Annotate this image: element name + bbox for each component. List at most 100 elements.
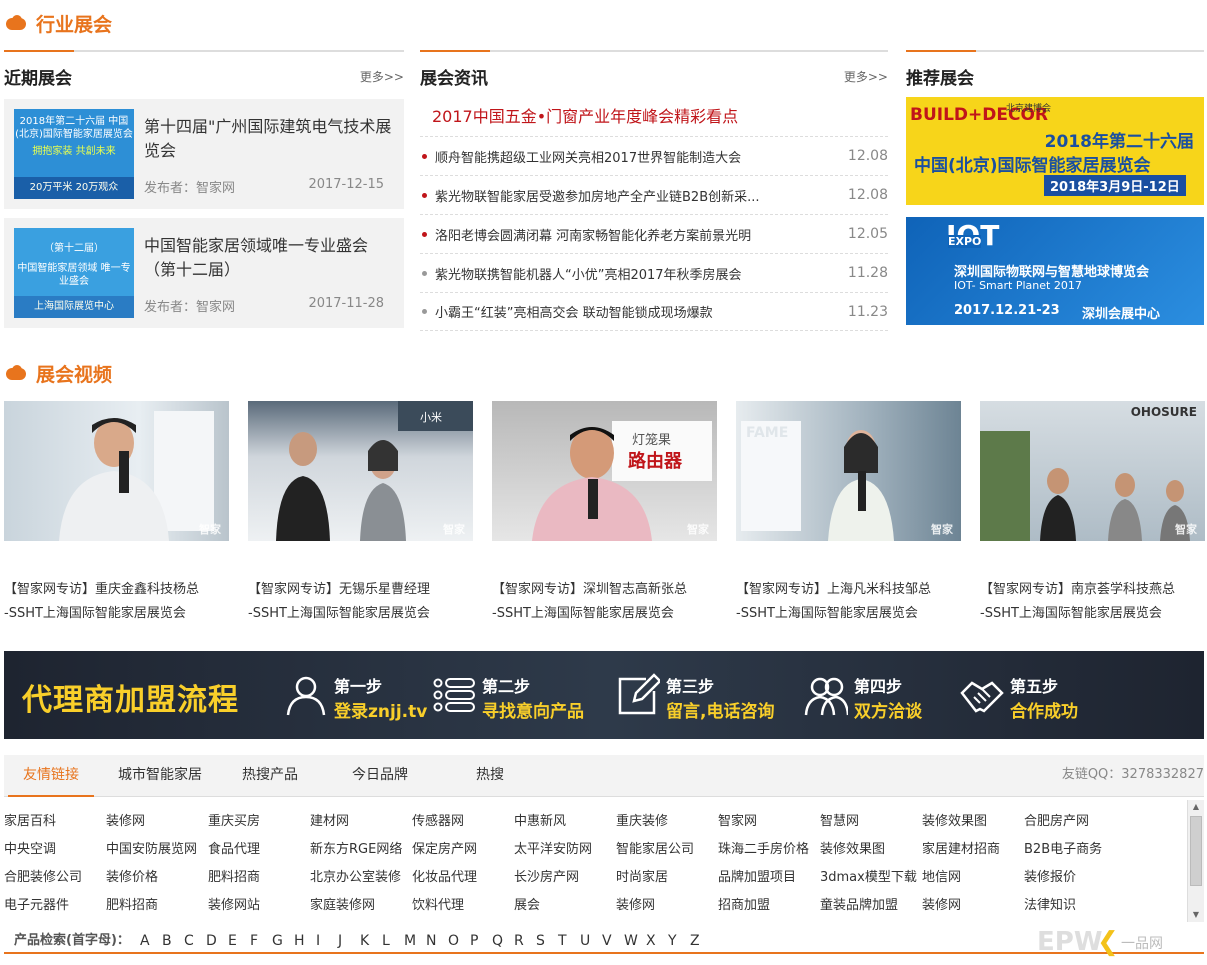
video-thumbnail[interactable]: 智家 (4, 401, 229, 541)
build-decor-ad[interactable]: BUILD+DECOR 北京建博会 2018年第二十六届 中国(北京)国际智能家… (906, 97, 1204, 205)
tab-hot-products[interactable]: 热搜产品 (230, 755, 310, 797)
alpha-letter[interactable]: Q (492, 928, 514, 954)
links-scrollbar[interactable]: ▲ ▼ (1187, 800, 1204, 922)
friend-link[interactable]: 太平洋安防网 (514, 836, 614, 864)
alpha-letter[interactable]: L (382, 928, 404, 954)
friend-link[interactable]: 招商加盟 (718, 892, 818, 920)
alpha-letter[interactable]: Z (690, 928, 712, 954)
alpha-letter[interactable]: O (448, 928, 470, 954)
friend-link[interactable]: 长沙房产网 (514, 864, 614, 892)
friend-link[interactable]: 化妆品代理 (412, 864, 512, 892)
video-caption-line1[interactable]: 【智家网专访】深圳智志高新张总 (492, 578, 717, 602)
friend-link[interactable]: 中惠新风 (514, 808, 614, 836)
friend-link[interactable]: 童装品牌加盟 (820, 892, 920, 920)
alpha-letter[interactable]: P (470, 928, 492, 954)
news-text[interactable]: 洛阳老博会圆满闭幕 河南家畅智能化养老方案前景光明 (435, 225, 838, 244)
friend-link[interactable]: 重庆买房 (208, 808, 308, 836)
news-item[interactable]: 洛阳老博会圆满闭幕 河南家畅智能化养老方案前景光明 12.05 (420, 214, 888, 253)
alpha-letter[interactable]: G (272, 928, 294, 954)
friend-link[interactable]: 北京办公室装修 (310, 864, 410, 892)
friend-link[interactable]: 时尚家居 (616, 864, 716, 892)
alpha-letter[interactable]: X (646, 928, 668, 954)
news-item[interactable]: 小霸王“红装”亮相高交会 联动智能锁成现场爆款 11.23 (420, 292, 888, 331)
news-text[interactable]: 小霸王“红装”亮相高交会 联动智能锁成现场爆款 (435, 302, 838, 321)
tab-friend-links[interactable]: 友情链接 (8, 755, 94, 797)
expo-title-link[interactable]: 中国智能家居领域唯一专业盛会（第十二届） (144, 234, 399, 282)
video-caption-line2[interactable]: -SSHT上海国际智能家居展览会 (4, 602, 229, 626)
friend-link[interactable]: 传感器网 (412, 808, 512, 836)
news-more-link[interactable]: 更多>> (844, 68, 888, 85)
news-text[interactable]: 紫光物联智能家居受邀参加房地产全产业链B2B创新采... (435, 186, 838, 205)
scroll-down-icon[interactable]: ▼ (1188, 908, 1204, 922)
video-thumbnail[interactable]: OHOSURE 智家 (980, 401, 1205, 541)
alpha-letter[interactable]: M (404, 928, 426, 954)
expo-thumbnail[interactable]: （第十二届） 中国智能家居领域 唯一专业盛会 上海国际展览中心 (14, 228, 134, 318)
friend-link[interactable]: 装修报价 (1024, 864, 1124, 892)
video-caption-line2[interactable]: -SSHT上海国际智能家居展览会 (736, 602, 961, 626)
friend-link[interactable]: 新东方RGE网络 (310, 836, 410, 864)
alpha-letter[interactable]: Y (668, 928, 690, 954)
expo-card[interactable]: 2018年第二十六届 中国(北京)国际智能家居展览会 拥抱家装 共創未来 20万… (4, 99, 404, 209)
expo-card[interactable]: （第十二届） 中国智能家居领域 唯一专业盛会 上海国际展览中心 中国智能家居领域… (4, 218, 404, 328)
video-caption-line1[interactable]: 【智家网专访】南京荟学科技燕总 (980, 578, 1205, 602)
friend-link[interactable]: 食品代理 (208, 836, 308, 864)
scroll-thumb[interactable] (1190, 816, 1202, 886)
friend-link[interactable]: 合肥装修公司 (4, 864, 104, 892)
video-caption[interactable]: 【智家网专访】重庆金鑫科技杨总 -SSHT上海国际智能家居展览会 (4, 578, 229, 626)
video-caption[interactable]: 【智家网专访】无锡乐星曹经理 -SSHT上海国际智能家居展览会 (248, 578, 473, 626)
friend-link[interactable]: 装修网 (106, 808, 206, 836)
tab-today-brands[interactable]: 今日品牌 (340, 755, 420, 797)
video-caption-line2[interactable]: -SSHT上海国际智能家居展览会 (248, 602, 473, 626)
alpha-letter[interactable]: V (602, 928, 624, 954)
news-item[interactable]: 顺舟智能携超级工业网关亮相2017世界智能制造大会 12.08 (420, 136, 888, 175)
friend-link[interactable]: 中国安防展览网 (106, 836, 206, 864)
friend-link[interactable]: 智家网 (718, 808, 818, 836)
alpha-letter[interactable]: E (228, 928, 250, 954)
friend-link[interactable]: 3dmax模型下载 (820, 864, 920, 892)
friend-link[interactable]: 家居百科 (4, 808, 104, 836)
alpha-letter[interactable]: A (140, 928, 162, 954)
alpha-letter[interactable]: W (624, 928, 646, 954)
friend-link[interactable]: 电子元器件 (4, 892, 104, 920)
alpha-letter[interactable]: U (580, 928, 602, 954)
video-thumbnail[interactable]: FAME 智家 (736, 401, 961, 541)
friend-link[interactable]: B2B电子商务 (1024, 836, 1124, 864)
friend-link[interactable]: 品牌加盟项目 (718, 864, 818, 892)
alpha-letter[interactable]: B (162, 928, 184, 954)
friend-link[interactable]: 装修效果图 (820, 836, 920, 864)
video-thumbnail[interactable]: 灯笼果 路由器 智家 (492, 401, 717, 541)
news-item[interactable]: 紫光物联智能家居受邀参加房地产全产业链B2B创新采... 12.08 (420, 175, 888, 214)
friend-link[interactable]: 展会 (514, 892, 614, 920)
friend-link[interactable]: 智能家居公司 (616, 836, 716, 864)
friend-link[interactable]: 装修效果图 (922, 808, 1022, 836)
alpha-letter[interactable]: R (514, 928, 536, 954)
alpha-letter[interactable]: T (558, 928, 580, 954)
friend-link[interactable]: 肥料招商 (106, 892, 206, 920)
alpha-letter[interactable]: C (184, 928, 206, 954)
alpha-letter[interactable]: N (426, 928, 448, 954)
scroll-up-icon[interactable]: ▲ (1188, 800, 1204, 814)
friend-link[interactable]: 中央空调 (4, 836, 104, 864)
alpha-letter[interactable]: S (536, 928, 558, 954)
alpha-letter[interactable]: F (250, 928, 272, 954)
recent-more-link[interactable]: 更多>> (360, 68, 404, 85)
friend-link[interactable]: 装修价格 (106, 864, 206, 892)
friend-link[interactable]: 重庆装修 (616, 808, 716, 836)
alpha-letter[interactable]: J (338, 928, 360, 954)
news-text[interactable]: 顺舟智能携超级工业网关亮相2017世界智能制造大会 (435, 147, 838, 166)
video-caption[interactable]: 【智家网专访】深圳智志高新张总 -SSHT上海国际智能家居展览会 (492, 578, 717, 626)
friend-link[interactable]: 家庭装修网 (310, 892, 410, 920)
news-headline-link[interactable]: 2017中国五金•门窗产业年度峰会精彩看点 (432, 103, 738, 127)
friend-link[interactable]: 法律知识 (1024, 892, 1124, 920)
friend-link[interactable]: 饮料代理 (412, 892, 512, 920)
video-caption-line1[interactable]: 【智家网专访】重庆金鑫科技杨总 (4, 578, 229, 602)
video-caption-line2[interactable]: -SSHT上海国际智能家居展览会 (492, 602, 717, 626)
friend-link[interactable]: 装修网 (616, 892, 716, 920)
alpha-letter[interactable]: D (206, 928, 228, 954)
tab-city-smart-home[interactable]: 城市智能家居 (104, 755, 216, 797)
video-caption[interactable]: 【智家网专访】上海凡米科技邹总 -SSHT上海国际智能家居展览会 (736, 578, 961, 626)
expo-title-link[interactable]: 第十四届"广州国际建筑电气技术展览会 (144, 115, 399, 163)
friend-link[interactable]: 珠海二手房价格 (718, 836, 818, 864)
video-caption-line1[interactable]: 【智家网专访】无锡乐星曹经理 (248, 578, 473, 602)
video-thumbnail[interactable]: 小米 智家 (248, 401, 473, 541)
